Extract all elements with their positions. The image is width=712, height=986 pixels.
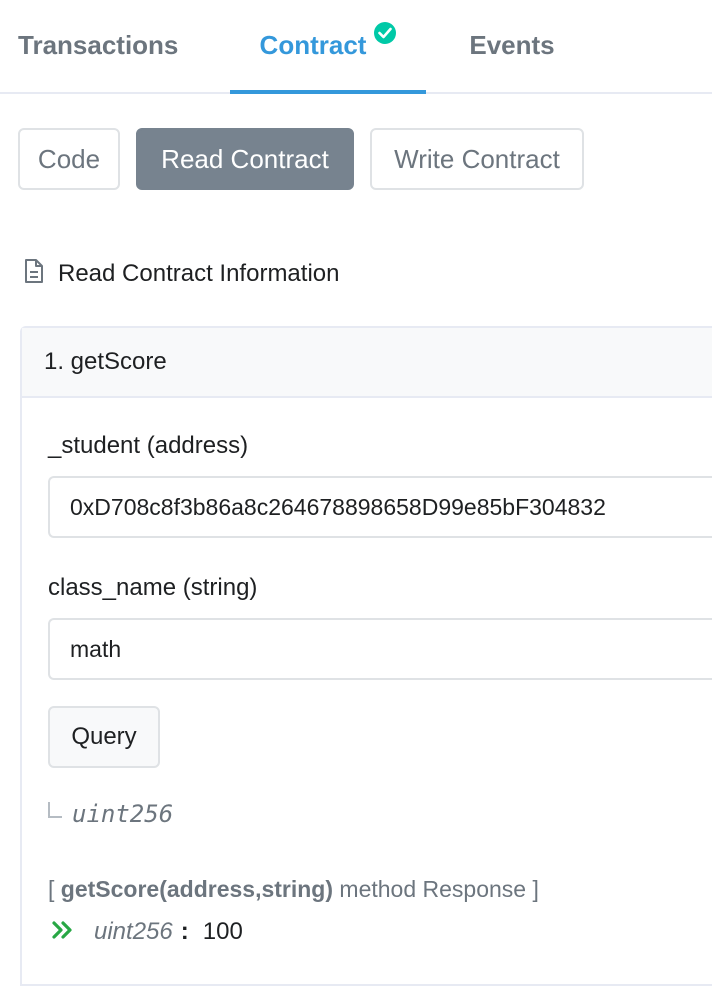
result-colon: :: [180, 918, 189, 945]
class-name-input[interactable]: [48, 618, 712, 680]
response-open-bracket: [: [48, 876, 55, 902]
double-chevron-right-icon: [52, 918, 74, 946]
tab-events[interactable]: Events: [446, 0, 578, 92]
read-contract-button[interactable]: Read Contract: [136, 128, 354, 190]
result-type: uint256: [94, 918, 173, 945]
tab-contract[interactable]: Contract: [230, 0, 426, 94]
method-card: 1. getScore _student (address) class_nam…: [20, 326, 712, 986]
tab-events-label: Events: [469, 29, 555, 60]
document-icon: [24, 258, 58, 291]
response-header: [ getScore(address,string) method Respon…: [48, 876, 539, 903]
method-header[interactable]: 1. getScore: [22, 328, 712, 398]
write-contract-button[interactable]: Write Contract: [370, 128, 584, 190]
section-title-text: Read Contract Information: [58, 260, 340, 287]
class-name-label: class_name (string): [48, 574, 258, 601]
student-label: _student (address): [48, 432, 249, 459]
corner-down-right-icon: [48, 802, 62, 818]
tab-contract-label: Contract: [259, 29, 367, 60]
query-button[interactable]: Query: [48, 706, 160, 768]
code-button[interactable]: Code: [18, 128, 120, 190]
tab-bar: Transactions Contract Events: [0, 0, 712, 94]
method-header-label: 1. getScore: [44, 348, 167, 375]
response-result: uint256 : 100: [52, 918, 243, 946]
result-value: 100: [202, 918, 243, 945]
return-type: uint256: [48, 800, 173, 828]
return-type-label: uint256: [72, 800, 174, 828]
check-circle-icon: [374, 22, 397, 44]
tab-transactions-label: Transactions: [18, 29, 179, 60]
student-address-input[interactable]: [48, 476, 712, 538]
response-signature: getScore(address,string): [60, 876, 334, 902]
response-suffix: method Response ]: [339, 876, 539, 902]
section-title: Read Contract Information: [24, 258, 339, 290]
tab-transactions[interactable]: Transactions: [0, 0, 210, 92]
